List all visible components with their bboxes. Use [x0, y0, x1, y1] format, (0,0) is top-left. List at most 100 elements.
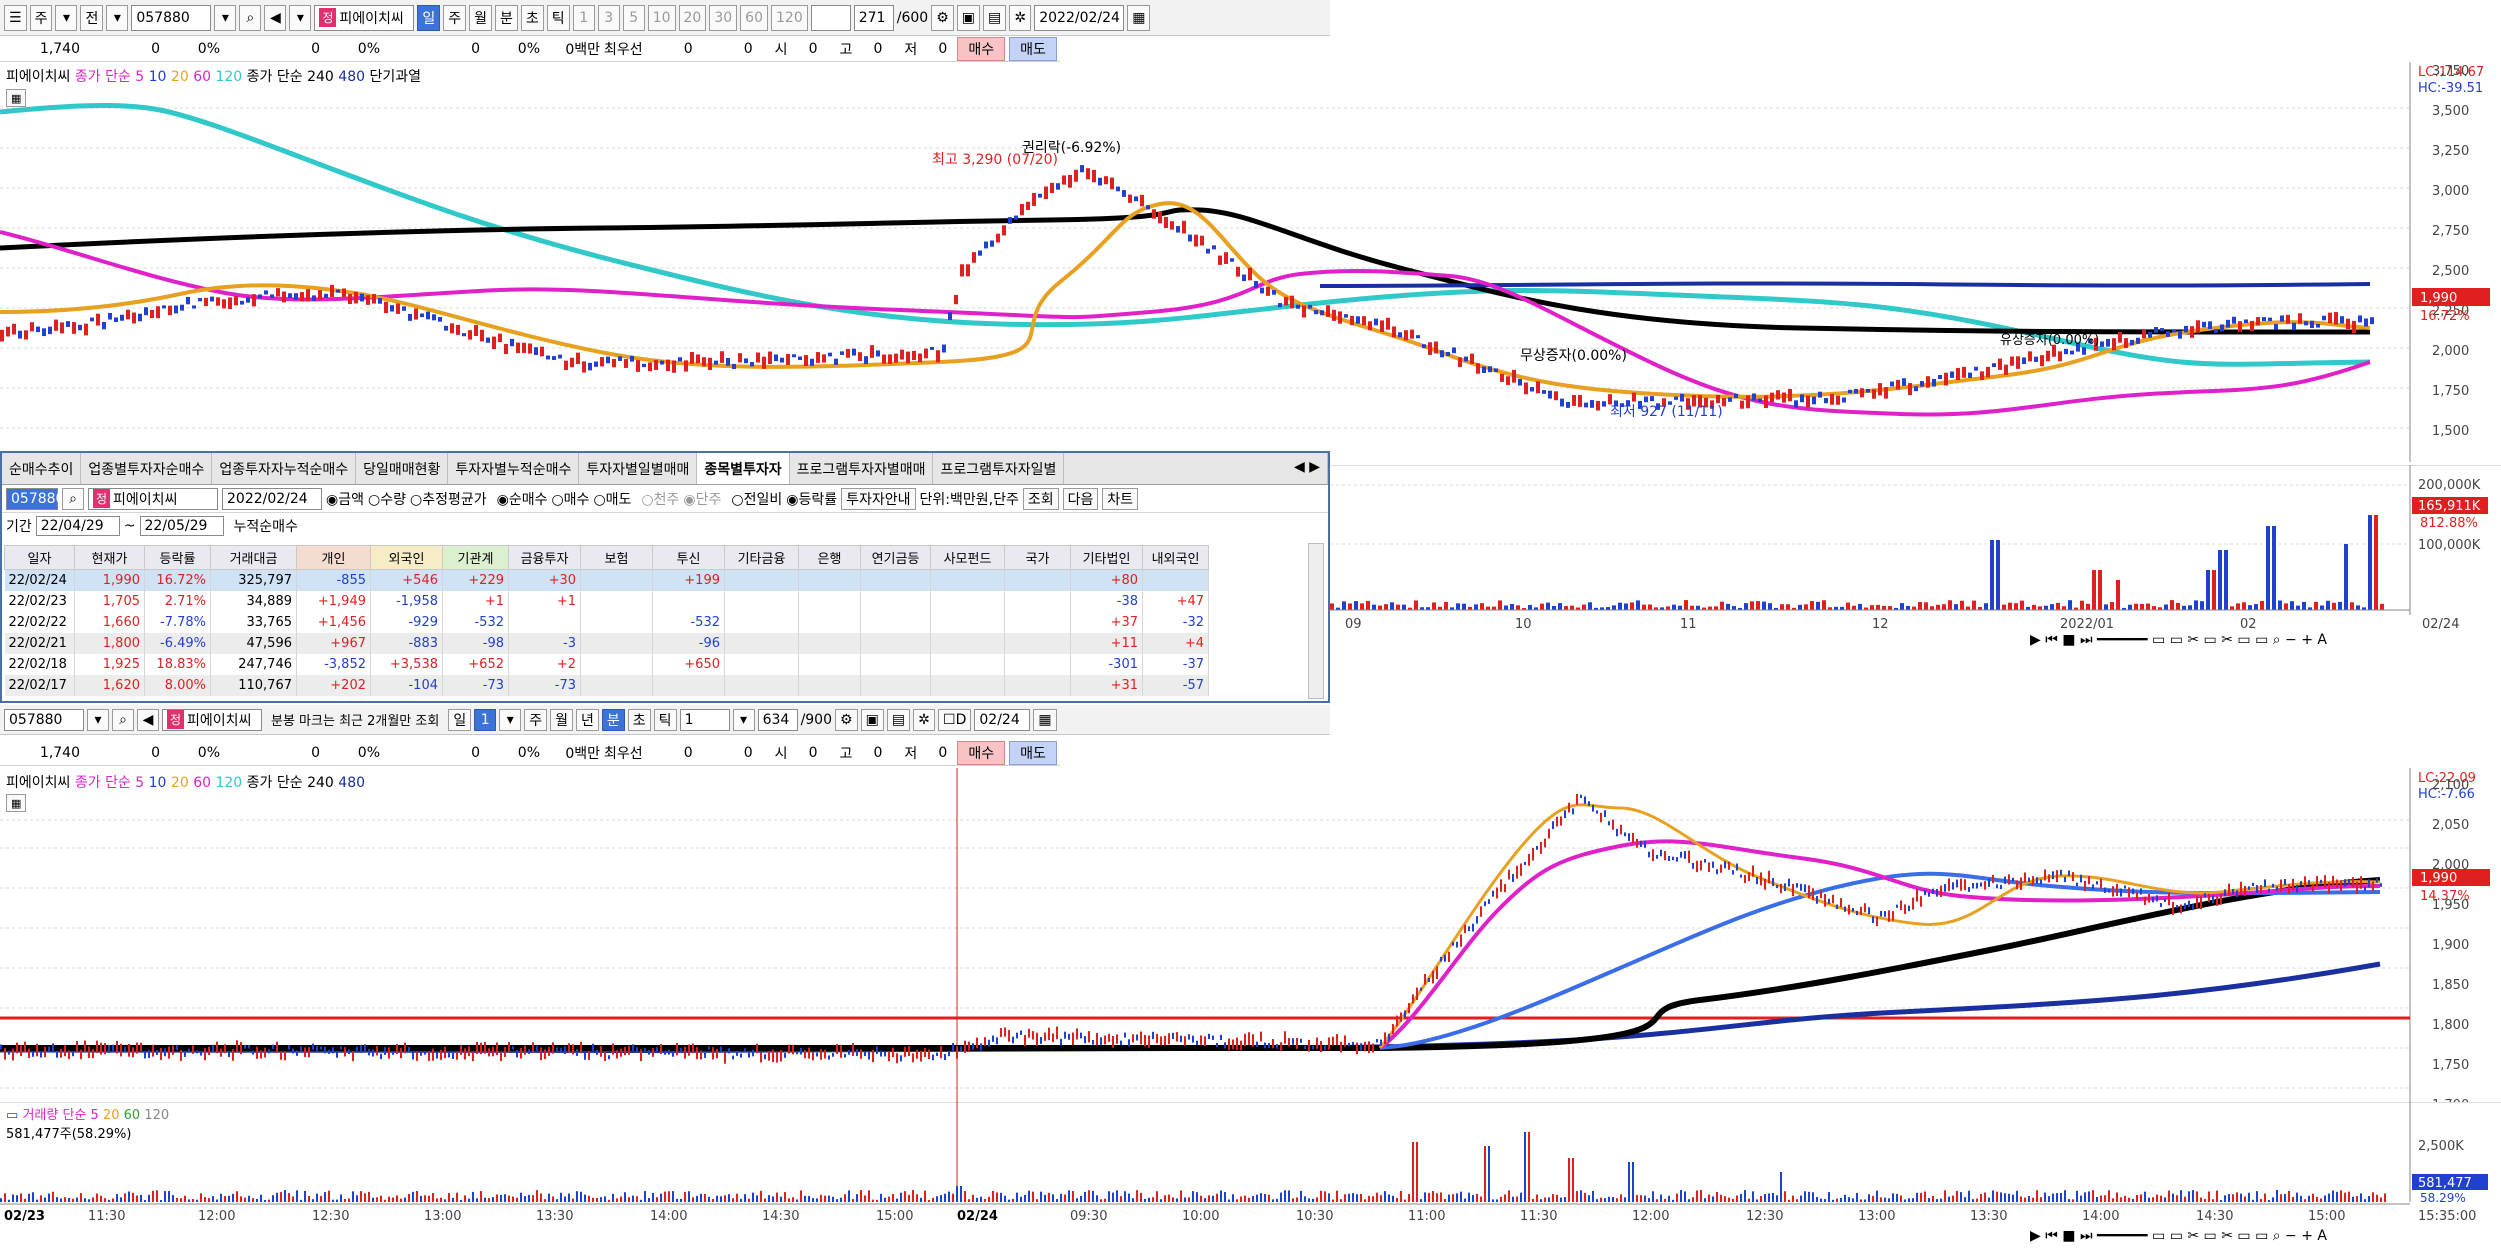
save-icon[interactable]: ▤ [982, 4, 1007, 31]
stock-code-input[interactable]: 057880 [4, 708, 84, 731]
stock-name-field[interactable]: 정 피에이치씨 [314, 4, 415, 31]
search-icon[interactable]: ⌕ [112, 708, 134, 731]
column-header[interactable]: 연기금등 [860, 545, 931, 570]
radio-amount[interactable]: ◉금액 [326, 489, 364, 509]
tab-net-trend[interactable]: 순매수추이 [2, 453, 82, 484]
column-header[interactable]: 거래대금 [210, 545, 297, 570]
column-header[interactable]: 외국인 [370, 545, 443, 570]
calendar-icon[interactable]: ▦ [1127, 4, 1151, 31]
radio-thousand[interactable]: ○천주 [641, 489, 679, 509]
radio-rate[interactable]: ◉등락률 [786, 489, 837, 509]
settings-icon[interactable]: ✲ [1009, 4, 1032, 31]
column-header[interactable]: 기타금융 [724, 545, 799, 570]
column-header[interactable]: 내외국인 [1142, 545, 1209, 570]
period-month-button[interactable]: 월 [469, 4, 493, 31]
count-input[interactable]: 271 [853, 4, 894, 31]
stock-code-input[interactable]: 057880 [131, 4, 212, 31]
radio-net[interactable]: ◉순매수 [497, 489, 548, 509]
type-button[interactable]: 주 [29, 4, 53, 31]
interval-1-button[interactable]: 1 [572, 4, 595, 31]
interval-input[interactable] [810, 4, 851, 31]
tab-program-daily[interactable]: 프로그램투자자일별 [933, 453, 1065, 484]
interval-60-button[interactable]: 60 [740, 4, 768, 31]
buy-button[interactable]: 매수 [957, 740, 1006, 765]
calendar-icon[interactable]: ▦ [1033, 708, 1057, 731]
radio-unit[interactable]: ◉단주 [683, 489, 721, 509]
table-scrollbar[interactable] [1308, 543, 1324, 699]
sound-icon[interactable]: ◀ [137, 708, 159, 731]
table-row[interactable]: 22/02/18 1,925 18.83% 247,746 -3,852 +3,538 +6… [4, 653, 1209, 675]
period-year-button[interactable]: 년 [576, 708, 599, 731]
period-minute-button[interactable]: 분 [601, 708, 625, 731]
table-row[interactable]: 22/02/22 1,660 -7.78% 33,765 +1,456 -929 -532-… [4, 611, 1209, 633]
investor-guide-button[interactable]: 투자자안내 [841, 487, 916, 510]
period-month-button[interactable]: 월 [550, 708, 573, 731]
interval-input[interactable]: 1 [679, 708, 730, 731]
tab-stock-investor[interactable]: 종목별투자자 [697, 453, 790, 484]
column-header[interactable]: 기관계 [442, 545, 509, 570]
tab-scroll-icon[interactable]: ◀ ▶ [1287, 453, 1328, 484]
layout-icon[interactable]: ▣ [956, 4, 980, 31]
table-row[interactable]: 22/02/24 1,990 16.72% 325,797 -855 +546 +229 +3… [4, 569, 1209, 591]
tab-daily-trade[interactable]: 당일매매현황 [356, 453, 449, 484]
period-tick-button[interactable]: 틱 [653, 708, 677, 731]
grid-icon[interactable]: ☰ [4, 4, 27, 31]
column-header[interactable]: 기타법인 [1070, 545, 1143, 570]
panel-name-field[interactable]: 정 피에이치씨 [88, 487, 218, 510]
radio-prev[interactable]: ○전일비 [731, 489, 782, 509]
stock-name-field[interactable]: 정 피에이치씨 [162, 708, 262, 731]
period-1-button[interactable]: 1 [474, 708, 497, 731]
period-day-button[interactable]: 일 [417, 4, 441, 31]
tools-icon[interactable]: ⚙ [835, 708, 858, 731]
interval-10-button[interactable]: 10 [647, 4, 676, 31]
column-header[interactable]: 사모펀드 [930, 545, 1005, 570]
search-icon[interactable]: ⌕ [62, 487, 84, 510]
interval-120-button[interactable]: 120 [771, 4, 808, 31]
dropdown-icon[interactable]: ▾ [106, 4, 129, 31]
save-icon[interactable]: ▤ [886, 708, 911, 731]
column-header[interactable]: 은행 [798, 545, 861, 570]
date-input[interactable]: 2022/02/24 [1034, 4, 1125, 31]
radio-sell[interactable]: ○매도 [593, 489, 631, 509]
query-button[interactable]: 조회 [1022, 487, 1059, 510]
panel-date-input[interactable]: 2022/02/24 [222, 487, 322, 510]
all-button[interactable]: 전 [80, 4, 104, 31]
dropdown-icon[interactable]: ▾ [732, 708, 755, 731]
period-second-button[interactable]: 초 [520, 4, 544, 31]
dropdown-icon[interactable]: ▾ [87, 708, 109, 731]
checkbox-d[interactable]: ☐D [938, 708, 972, 731]
chart-button[interactable]: 차트 [1102, 487, 1139, 510]
period-to-input[interactable]: 22/05/29 [139, 516, 224, 536]
column-header[interactable]: 보험 [580, 545, 653, 570]
sound-icon[interactable]: ◀ [264, 4, 287, 31]
tab-industry-cum[interactable]: 업종투자자누적순매수 [212, 453, 357, 484]
radio-buy[interactable]: ○매수 [551, 489, 589, 509]
dropdown-icon[interactable]: ▾ [289, 4, 312, 31]
tab-program-investor[interactable]: 프로그램투자자별매매 [790, 453, 934, 484]
period-minute-button[interactable]: 분 [495, 4, 518, 31]
scroll-controls[interactable]: ▶ ⏮ ■ ⏭ ━━━━━━ ▭ ▭ ✂ ▭ ✂ ▭ ▭ ⌕ − + A [2030, 632, 2327, 648]
dropdown-icon[interactable]: ▾ [499, 708, 522, 731]
date-input[interactable]: 02/24 [974, 708, 1031, 731]
period-from-input[interactable]: 22/04/29 [35, 516, 120, 536]
table-row[interactable]: 22/02/21 1,800 -6.49% 47,596 +967 -883 -98 -3 -9… [4, 632, 1209, 654]
buy-button[interactable]: 매수 [957, 36, 1006, 61]
column-header[interactable]: 국가 [1004, 545, 1071, 570]
interval-20-button[interactable]: 20 [678, 4, 707, 31]
search-icon[interactable]: ⌕ [239, 4, 262, 31]
radio-qty[interactable]: ○수량 [368, 489, 406, 509]
tab-industry-net[interactable]: 업종별투자자순매수 [81, 453, 213, 484]
panel-code-input[interactable]: 057880 [6, 487, 64, 510]
column-header[interactable]: 투신 [652, 545, 725, 570]
dropdown-icon[interactable]: ▾ [214, 4, 237, 31]
tools-icon[interactable]: ⚙ [931, 4, 954, 31]
column-header[interactable]: 금융투자 [508, 545, 581, 570]
count-input[interactable]: 634 [757, 708, 798, 731]
interval-5-button[interactable]: 5 [622, 4, 645, 31]
table-row[interactable]: 22/02/17 1,620 8.00% 110,767 +202 -104 -73 -73 +… [4, 674, 1209, 696]
column-header[interactable]: 등락률 [144, 545, 211, 570]
tab-investor-daily[interactable]: 투자자별일별매매 [579, 453, 698, 484]
period-second-button[interactable]: 초 [627, 708, 651, 731]
column-header[interactable]: 현재가 [74, 545, 145, 570]
period-day-button[interactable]: 일 [448, 708, 472, 731]
